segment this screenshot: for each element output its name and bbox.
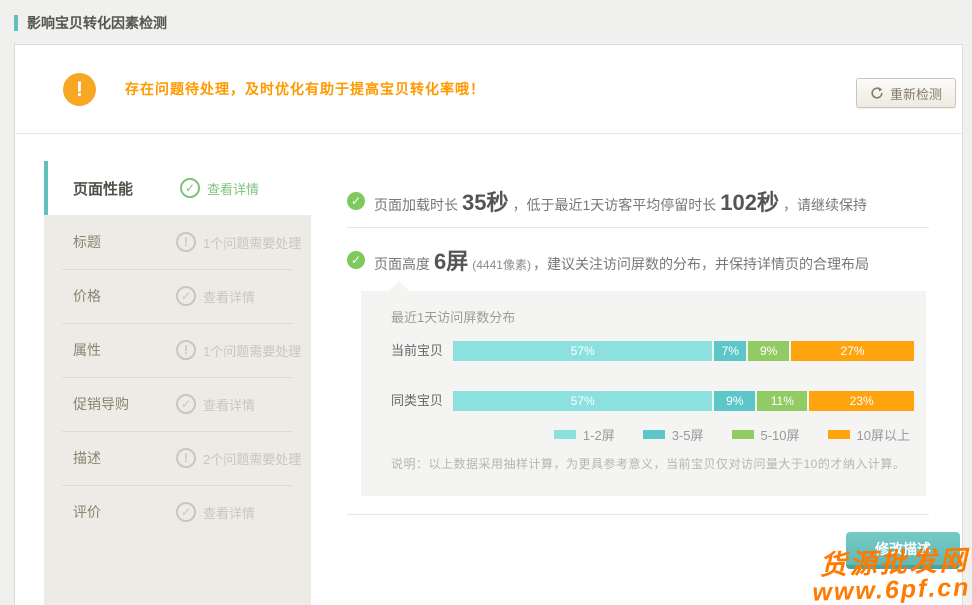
legend-swatch [554,430,576,439]
sidebar-status-text: 查看详情 [203,503,255,522]
bar-track: 57%7%9%27% [453,341,914,361]
check-circle-icon: ✓ [176,394,196,414]
page-title: 影响宝贝转化因素检测 [27,13,167,33]
divider [347,514,929,515]
warning-circle-icon: ! [176,340,196,360]
warning-circle-icon: ! [176,448,196,468]
sidebar-status-text: 查看详情 [207,179,259,198]
title-accent-bar [14,15,18,31]
legend-item: 3-5屏 [643,425,704,444]
legend-item: 10屏以上 [828,425,910,444]
page-height-row: ✓ 页面高度6屏(4441像素)，建议关注访问屏数的分布，并保持详情页的合理布局 [347,244,869,276]
sidebar-item-label: 标题 [73,232,101,252]
chart-row: 当前宝贝 57%7%9%27% [361,341,926,361]
legend-label: 10屏以上 [857,425,910,444]
page-height-value: 6屏 [434,249,468,274]
sidebar-status-text: 查看详情 [203,395,255,414]
sidebar-item[interactable]: 价格 ✓ 查看详情 [44,269,311,323]
chart-row-label: 同类宝贝 [391,391,443,411]
alert-message: 存在问题待处理，及时优化有助于提高宝贝转化率哦！ [125,45,485,133]
sidebar-item-divider [62,323,293,324]
check-circle-icon: ✓ [180,178,200,198]
sidebar-status-text: 1个问题需要处理 [203,233,301,252]
chart-row: 同类宝贝 57%9%11%23% [361,391,926,411]
sidebar-item-label: 属性 [73,340,101,360]
warning-exclamation-icon: ! [63,73,96,106]
load-time-text: 页面加载时长35秒，低于最近1天访客平均停留时长102秒，请继续保持 [374,185,867,217]
bar-track: 57%9%11%23% [453,391,914,411]
sidebar-item[interactable]: 描述! 2个问题需要处理 [44,431,311,485]
bar-segment: 57% [453,341,712,361]
bar-segment: 27% [791,341,914,361]
legend-swatch [643,430,665,439]
sidebar-item-status: ! 2个问题需要处理 [176,448,301,468]
recheck-label: 重新检测 [890,84,942,103]
bubble-arrow [389,281,409,291]
bar-segment: 9% [714,391,755,411]
legend-label: 3-5屏 [672,425,704,444]
page-height-text: 页面高度6屏(4441像素)，建议关注访问屏数的分布，并保持详情页的合理布局 [374,244,869,276]
sidebar-item-divider [62,485,293,486]
divider [347,227,929,228]
bar-segment: 7% [714,341,746,361]
chart-legend: 1-2屏 3-5屏 5-10屏 10屏以上 [361,425,910,444]
modify-description-button[interactable]: 修改描述 [846,532,960,569]
legend-item: 5-10屏 [732,425,800,444]
legend-label: 1-2屏 [583,425,615,444]
sidebar-item-label: 页面性能 [73,178,133,199]
detection-card: ! 存在问题待处理，及时优化有助于提高宝贝转化率哦！ 重新检测 页面性能 ✓ 查看详… [14,44,963,605]
sidebar-status-text: 2个问题需要处理 [203,449,301,468]
sidebar: 页面性能✓查看详情标题!1个问题需要处理价格✓查看详情属性!1个问题需要处理促销… [44,161,311,605]
recheck-button[interactable]: 重新检测 [856,78,956,108]
sidebar-item[interactable]: 标题! 1个问题需要处理 [44,215,311,269]
check-circle-icon: ✓ [347,192,365,210]
alert-section: ! 存在问题待处理，及时优化有助于提高宝贝转化率哦！ 重新检测 [15,45,962,134]
sidebar-item-status: ! 1个问题需要处理 [176,232,301,252]
legend-item: 1-2屏 [554,425,615,444]
legend-swatch [732,430,754,439]
sidebar-item-status: ✓ 查看详情 [176,502,255,522]
sidebar-item-status: ✓ 查看详情 [176,394,255,414]
legend-label: 5-10屏 [761,425,800,444]
check-circle-icon: ✓ [347,251,365,269]
stay-time-value: 102秒 [720,190,779,215]
sidebar-item-label: 价格 [73,286,101,306]
sidebar-item[interactable]: 评价 ✓ 查看详情 [44,485,311,539]
bar-segment: 11% [757,391,807,411]
chart-note: 说明：以上数据采用抽样计算，为更具参考意义，当前宝贝仅对访问量大于10的才纳入计… [391,455,905,472]
bar-segment: 57% [453,391,712,411]
chart-title: 最近1天访问屏数分布 [391,307,515,326]
warning-circle-icon: ! [176,232,196,252]
sidebar-item-divider [62,377,293,378]
check-circle-icon: ✓ [176,502,196,522]
sidebar-items: 页面性能✓查看详情标题!1个问题需要处理价格✓查看详情属性!1个问题需要处理促销… [44,161,311,539]
page-title-row: 影响宝贝转化因素检测 [14,13,167,33]
sidebar-item[interactable]: 促销导购 ✓ 查看详情 [44,377,311,431]
sidebar-item-label: 促销导购 [73,394,129,414]
bar-segment: 23% [809,391,914,411]
sidebar-status-text: 查看详情 [203,287,255,306]
sidebar-item-status: ✓ 查看详情 [176,286,255,306]
screen-distribution-chart: 最近1天访问屏数分布 当前宝贝57%7%9%27%同类宝贝57%9%11%23%… [361,291,926,496]
sidebar-item-label: 评价 [73,502,101,522]
check-circle-icon: ✓ [176,286,196,306]
load-time-row: ✓ 页面加载时长35秒，低于最近1天访客平均停留时长102秒，请继续保持 [347,185,867,217]
bar-segment: 9% [748,341,789,361]
page-height-pixels: (4441像素) [472,258,531,272]
sidebar-item-label: 描述 [73,448,101,468]
chart-row-label: 当前宝贝 [391,341,443,361]
page: 影响宝贝转化因素检测 ! 存在问题待处理，及时优化有助于提高宝贝转化率哦！ 重新… [0,0,972,605]
load-time-value: 35秒 [462,190,508,215]
sidebar-item-divider [62,431,293,432]
sidebar-item[interactable]: 属性! 1个问题需要处理 [44,323,311,377]
sidebar-item-divider [62,269,293,270]
sidebar-item[interactable]: 页面性能 ✓ 查看详情 [44,161,311,215]
sidebar-status-text: 1个问题需要处理 [203,341,301,360]
legend-swatch [828,430,850,439]
sidebar-item-status: ! 1个问题需要处理 [176,340,301,360]
refresh-icon [870,86,884,100]
sidebar-item-status: ✓ 查看详情 [180,178,259,198]
